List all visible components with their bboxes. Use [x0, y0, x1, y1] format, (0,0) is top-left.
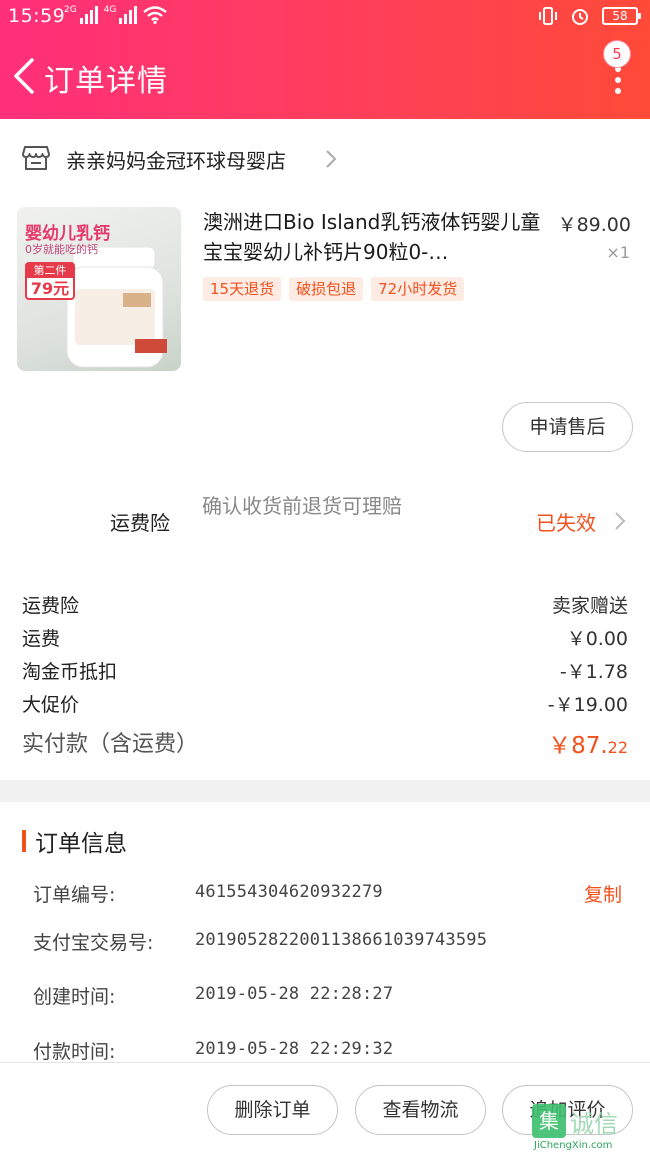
product-title[interactable]: 澳洲进口Bio Island乳钙液体钙婴儿童宝宝婴幼儿补钙片90粒0-… [203, 207, 541, 269]
order-info-row: 创建时间: 2019-05-28 22:28:27 [33, 982, 633, 1012]
order-info-row: 支付宝交易号: 2019052822001138661039743595 [33, 928, 633, 958]
product-image-subtitle: 0岁就能吃的钙 [25, 243, 98, 256]
cost-line: 运费险 卖家赠送 [22, 591, 628, 621]
watermark-logo: 集 诚信 JiChengXin.com [532, 1104, 648, 1154]
total-paid-line: 实付款（含运费） ￥87.22 [22, 726, 628, 762]
service-tag: 15天退货 [203, 277, 282, 301]
battery-indicator: 58 [602, 7, 641, 25]
view-logistics-button[interactable]: 查看物流 [355, 1085, 486, 1135]
watermark-logo-text: 诚信 [570, 1110, 618, 1138]
order-info-label: 创建时间: [33, 986, 116, 1008]
store-icon [22, 146, 50, 170]
total-paid-label: 实付款（含运费） [22, 732, 199, 757]
shipping-insurance-description: 确认收货前退货可理赔 [202, 494, 402, 518]
shipping-insurance-label: 运费险 [110, 511, 170, 535]
cost-line: 淘金币抵扣 -￥1.78 [22, 657, 628, 687]
shop-row[interactable]: 亲亲妈妈金冠环球母婴店 [0, 119, 650, 197]
watermark-url: JiChengXin.com [534, 1140, 613, 1151]
service-tag: 72小时发货 [371, 277, 465, 301]
total-paid-decimal: 22 [607, 738, 628, 757]
order-info-label: 订单编号: [33, 884, 116, 906]
page-title: 订单详情 [44, 64, 168, 99]
cost-label: 运费险 [22, 595, 80, 617]
chevron-right-icon[interactable] [614, 511, 626, 531]
cost-value: -￥1.78 [559, 661, 628, 683]
order-info-value: 2019-05-28 22:28:27 [195, 984, 394, 1004]
order-info-value: 2019-05-28 22:29:32 [195, 1039, 394, 1059]
cost-label: 运费 [22, 628, 61, 650]
order-info-title: 订单信息 [35, 831, 127, 857]
back-arrow-icon[interactable] [12, 57, 36, 95]
service-tag: 破损包退 [289, 277, 364, 301]
message-count-badge[interactable]: 5 [603, 40, 631, 68]
promo-badge: 第二件 79元 [25, 262, 75, 300]
bottle-illustration [66, 247, 167, 368]
cost-label: 大促价 [22, 694, 80, 716]
more-dot-icon [615, 88, 621, 94]
shop-name: 亲亲妈妈金冠环球母婴店 [66, 149, 286, 173]
product-image[interactable]: 婴幼儿乳钙 0岁就能吃的钙 第二件 79元 [17, 207, 181, 371]
promo-badge-label: 第二件 [27, 264, 73, 278]
copy-order-number-button[interactable]: 复制 [584, 880, 622, 907]
cost-value: -￥19.00 [547, 694, 628, 716]
cost-line: 运费 ￥0.00 [22, 624, 628, 654]
order-info-label: 支付宝交易号: [33, 932, 154, 954]
status-right-icons: 58 [538, 6, 641, 26]
promo-badge-price: 79元 [30, 279, 70, 298]
product-price: ￥89.00 [557, 214, 631, 236]
status-bar: 15:59 2G 4G 58 [0, 0, 650, 34]
cost-value: ￥0.00 [566, 628, 628, 650]
total-paid-main: ￥87. [548, 733, 608, 759]
product-quantity: ×1 [606, 243, 630, 262]
more-menu-button[interactable] [612, 66, 624, 94]
delete-order-button[interactable]: 删除订单 [207, 1085, 338, 1135]
cost-value: 卖家赠送 [551, 595, 628, 617]
signal-icon: 4G [104, 6, 138, 24]
network-indicators: 2G 4G [64, 6, 168, 24]
total-paid-value: ￥87.22 [548, 726, 628, 760]
section-divider [0, 780, 650, 802]
status-time: 15:59 [8, 5, 66, 27]
order-info-value: 461554304620932279 [195, 882, 383, 902]
network-type-label: 4G [103, 5, 117, 15]
apply-after-sale-button[interactable]: 申请售后 [502, 402, 633, 452]
vibrate-icon [539, 7, 557, 25]
section-accent-bar [22, 830, 26, 852]
network-type-label: 2G [64, 5, 77, 15]
order-info-label: 付款时间: [33, 1041, 116, 1063]
cost-label: 淘金币抵扣 [22, 661, 118, 683]
cost-line: 大促价 -￥19.00 [22, 690, 628, 720]
wifi-icon [143, 6, 168, 24]
app-header: 15:59 2G 4G 58 订单详情 5 [0, 0, 650, 119]
order-info-value: 2019052822001138661039743595 [195, 930, 488, 950]
service-tags: 15天退货 破损包退 72小时发货 [203, 277, 465, 301]
signal-icon: 2G [64, 6, 98, 24]
order-info-row: 订单编号: 461554304620932279 [33, 880, 633, 910]
chevron-right-icon [326, 150, 337, 168]
product-title-text: 澳洲进口Bio Island乳钙液体钙婴儿童宝宝婴幼儿补钙片90粒0-… [203, 210, 541, 264]
alarm-icon [572, 9, 588, 25]
more-dot-icon [615, 77, 621, 83]
watermark-logo-mark: 集 [532, 1104, 566, 1138]
shipping-insurance-status[interactable]: 已失效 [536, 507, 596, 536]
